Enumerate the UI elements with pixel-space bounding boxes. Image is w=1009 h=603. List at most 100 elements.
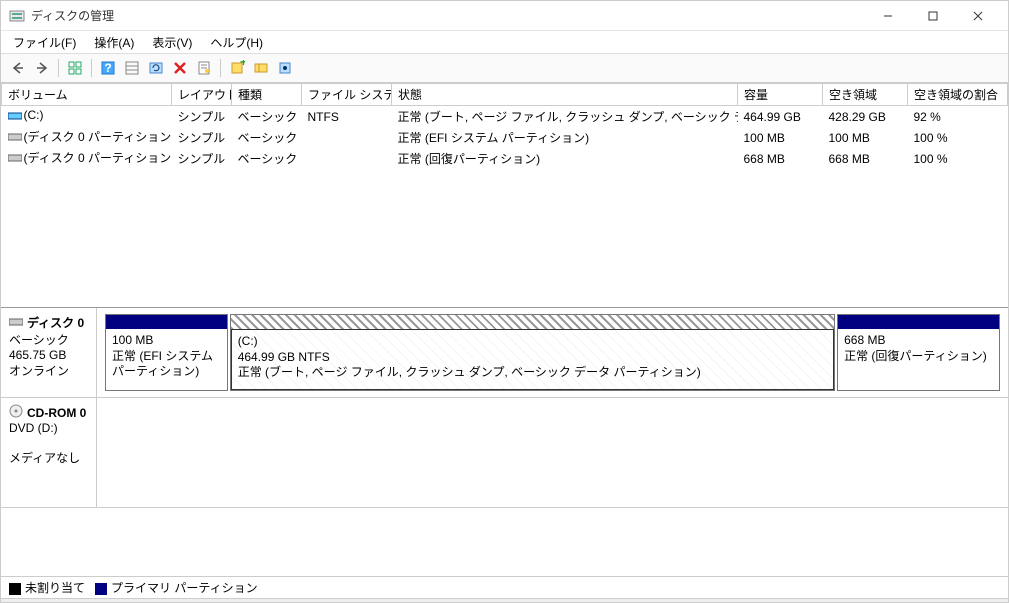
new-volume-icon[interactable]: + xyxy=(226,57,248,79)
partitions-container: 100 MB正常 (EFI システム パーティション)(C:)464.99 GB… xyxy=(97,308,1008,397)
partition-status: 正常 (EFI システム パーティション) xyxy=(112,349,221,380)
menu-help[interactable]: ヘルプ(H) xyxy=(202,32,271,53)
legend-unallocated: 未割り当て xyxy=(9,579,85,596)
cell-free: 100 MB xyxy=(823,127,908,148)
volume-list[interactable]: ボリューム レイアウト 種類 ファイル システム 状態 容量 空き領域 空き領域… xyxy=(1,83,1008,308)
cell-freepct: 100 % xyxy=(908,127,1008,148)
titlebar: ディスクの管理 xyxy=(1,1,1008,31)
partition-status: 正常 (回復パーティション) xyxy=(844,349,993,365)
partition-size: 464.99 GB NTFS xyxy=(238,350,827,366)
col-layout[interactable]: レイアウト xyxy=(172,84,232,106)
refresh-icon[interactable] xyxy=(145,57,167,79)
swatch-black xyxy=(9,583,21,595)
volume-name: (ディスク 0 パーティション 1) xyxy=(24,128,172,145)
delete-icon[interactable] xyxy=(169,57,191,79)
window-controls xyxy=(865,2,1000,30)
toolbar: ? + xyxy=(1,53,1008,83)
maximize-button[interactable] xyxy=(910,2,955,30)
settings-icon[interactable] xyxy=(274,57,296,79)
disk-name: CD-ROM 0 xyxy=(27,406,86,420)
cell-freepct: 92 % xyxy=(908,106,1008,128)
partition-body: (C:)464.99 GB NTFS正常 (ブート, ページ ファイル, クラッ… xyxy=(231,329,834,390)
disk-row[interactable]: ディスク 0ベーシック465.75 GBオンライン100 MB正常 (EFI シ… xyxy=(1,308,1008,398)
disk-row[interactable]: CD-ROM 0DVD (D:) メディアなし xyxy=(1,398,1008,508)
cell-type: ベーシック xyxy=(232,106,302,128)
minimize-button[interactable] xyxy=(865,2,910,30)
menu-action[interactable]: 操作(A) xyxy=(86,32,142,53)
col-type[interactable]: 種類 xyxy=(232,84,302,106)
cell-type: ベーシック xyxy=(232,127,302,148)
menu-file[interactable]: ファイル(F) xyxy=(5,32,84,53)
menubar: ファイル(F) 操作(A) 表示(V) ヘルプ(H) xyxy=(1,31,1008,53)
toolbar-separator xyxy=(58,59,59,77)
disk-icon xyxy=(8,110,20,120)
disk-name: ディスク 0 xyxy=(27,314,84,331)
app-icon xyxy=(9,8,25,24)
volume-row[interactable]: (C:) シンプルベーシックNTFS正常 (ブート, ページ ファイル, クラッシ… xyxy=(2,106,1008,128)
cell-capacity: 100 MB xyxy=(738,127,823,148)
col-status[interactable]: 状態 xyxy=(392,84,738,106)
view-large-icon[interactable] xyxy=(64,57,86,79)
back-button[interactable] xyxy=(7,57,29,79)
cell-fs xyxy=(302,127,392,148)
disk-icon xyxy=(9,404,23,421)
swatch-navy xyxy=(95,583,107,595)
svg-text:?: ? xyxy=(104,61,111,75)
col-volume[interactable]: ボリューム xyxy=(2,84,172,106)
volume-row[interactable]: (ディスク 0 パーティション 4)シンプルベーシック 正常 (回復パーティション… xyxy=(2,148,1008,169)
partition-body: 668 MB正常 (回復パーティション) xyxy=(838,329,999,390)
partition[interactable]: (C:)464.99 GB NTFS正常 (ブート, ページ ファイル, クラッ… xyxy=(230,314,835,391)
cell-layout: シンプル xyxy=(172,106,232,128)
cell-status: 正常 (回復パーティション) xyxy=(392,148,738,169)
close-button[interactable] xyxy=(955,2,1000,30)
legend: 未割り当て プライマリ パーティション xyxy=(1,576,1008,598)
toolbar-separator xyxy=(91,59,92,77)
disk-type: ベーシック xyxy=(9,331,88,348)
col-capacity[interactable]: 容量 xyxy=(738,84,823,106)
toolbar-separator xyxy=(220,59,221,77)
cell-capacity: 668 MB xyxy=(738,148,823,169)
partition-label: (C:) xyxy=(238,334,827,350)
partition[interactable]: 100 MB正常 (EFI システム パーティション) xyxy=(105,314,228,391)
disk-icon xyxy=(8,131,20,141)
cell-freepct: 100 % xyxy=(908,148,1008,169)
disk-state: オンライン xyxy=(9,362,88,379)
partition[interactable]: 668 MB正常 (回復パーティション) xyxy=(837,314,1000,391)
view-list-icon[interactable] xyxy=(121,57,143,79)
disk-label-panel[interactable]: CD-ROM 0DVD (D:) メディアなし xyxy=(1,398,97,507)
partition-status: 正常 (ブート, ページ ファイル, クラッシュ ダンプ, ベーシック データ … xyxy=(238,365,827,381)
partition-size: 100 MB xyxy=(112,333,221,349)
legend-primary: プライマリ パーティション xyxy=(95,579,258,596)
cell-status: 正常 (EFI システム パーティション) xyxy=(392,127,738,148)
cell-free: 668 MB xyxy=(823,148,908,169)
col-free[interactable]: 空き領域 xyxy=(823,84,908,106)
forward-button[interactable] xyxy=(31,57,53,79)
partition-header xyxy=(231,315,834,329)
cell-fs xyxy=(302,148,392,169)
partition-body: 100 MB正常 (EFI システム パーティション) xyxy=(106,329,227,390)
properties-icon[interactable] xyxy=(193,57,215,79)
disk-label-panel[interactable]: ディスク 0ベーシック465.75 GBオンライン xyxy=(1,308,97,397)
disk-type: DVD (D:) xyxy=(9,421,88,435)
column-header-row: ボリューム レイアウト 種類 ファイル システム 状態 容量 空き領域 空き領域… xyxy=(2,84,1008,106)
cell-fs: NTFS xyxy=(302,106,392,128)
cell-type: ベーシック xyxy=(232,148,302,169)
partition-header xyxy=(106,315,227,329)
col-freepct[interactable]: 空き領域の割合 xyxy=(908,84,1008,106)
volume-row[interactable]: (ディスク 0 パーティション 1)シンプルベーシック正常 (EFI システム … xyxy=(2,127,1008,148)
help-icon[interactable]: ? xyxy=(97,57,119,79)
disk-icon xyxy=(9,316,23,330)
menu-view[interactable]: 表示(V) xyxy=(144,32,200,53)
expand-icon[interactable] xyxy=(250,57,272,79)
volume-name: (C:) xyxy=(24,108,44,122)
cell-status: 正常 (ブート, ページ ファイル, クラッシュ ダンプ, ベーシック データ … xyxy=(392,106,738,128)
volume-name: (ディスク 0 パーティション 4) xyxy=(24,149,172,166)
disk-state: メディアなし xyxy=(9,449,88,466)
col-fs[interactable]: ファイル システム xyxy=(302,84,392,106)
graphical-view[interactable]: ディスク 0ベーシック465.75 GBオンライン100 MB正常 (EFI シ… xyxy=(1,308,1008,576)
partition-header xyxy=(838,315,999,329)
cell-free: 428.29 GB xyxy=(823,106,908,128)
partitions-container xyxy=(97,398,1008,507)
cell-layout: シンプル xyxy=(172,148,232,169)
disk-size: 465.75 GB xyxy=(9,348,88,362)
